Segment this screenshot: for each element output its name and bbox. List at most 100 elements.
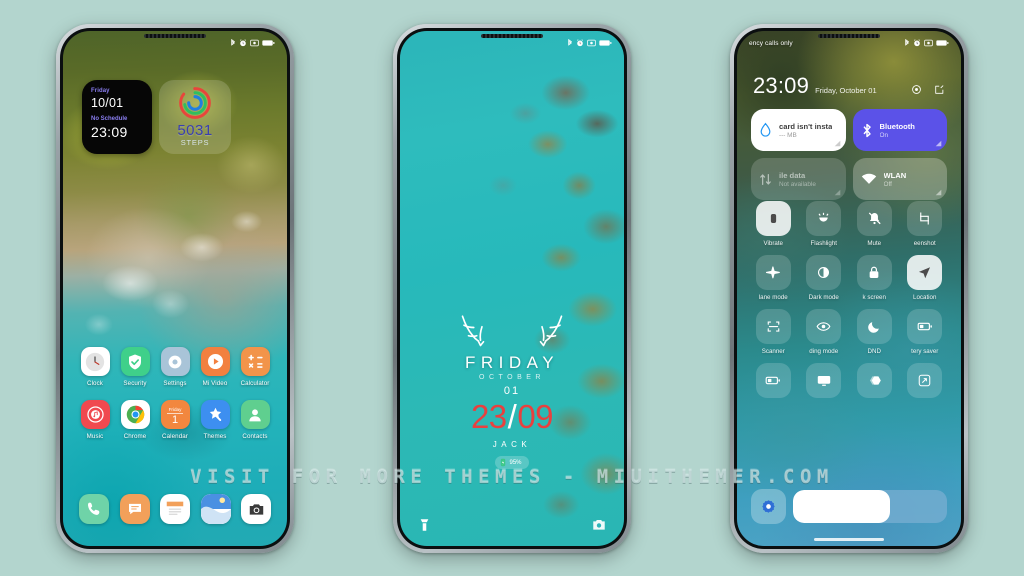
toggle-power[interactable] — [751, 363, 796, 402]
bluetooth-icon — [862, 123, 871, 137]
clock-widget-schedule: No Schedule — [91, 116, 128, 122]
app-contacts[interactable]: Contacts — [235, 400, 275, 440]
toggle-cast[interactable] — [802, 363, 847, 402]
tile-sim-card[interactable]: card isn't insta --- MB — [751, 109, 846, 151]
screenshot-icon — [587, 39, 596, 47]
app-clock[interactable]: Clock — [75, 347, 115, 387]
camera-icon[interactable] — [592, 518, 606, 531]
app-calendar[interactable]: Friday 1 Calendar — [155, 400, 195, 440]
status-bar-icons — [567, 39, 612, 47]
screenshot-icon — [924, 39, 933, 47]
app-chrome[interactable]: Chrome — [115, 400, 155, 440]
toggle-scanner[interactable]: Scanner — [751, 309, 796, 355]
edit-icon[interactable] — [934, 84, 945, 95]
tile-mobile-data[interactable]: ile data Not available — [751, 158, 846, 200]
expand-corner-icon[interactable] — [834, 140, 841, 147]
app-security[interactable]: Security — [115, 347, 155, 387]
toggle-label: Vibrate — [763, 240, 784, 247]
tile-wlan[interactable]: WLAN Off — [852, 158, 947, 200]
expand-corner-icon[interactable] — [935, 140, 942, 147]
cast-icon — [806, 363, 842, 398]
expand-icon — [907, 363, 943, 398]
settings-icon — [160, 347, 190, 376]
toggle-vibrate[interactable]: Vibrate — [751, 201, 796, 247]
earpiece-speaker — [481, 34, 543, 38]
tile-title: Bluetooth — [879, 121, 915, 131]
screenshot-icon — [907, 201, 943, 236]
clock-icon — [80, 347, 110, 376]
toggle-label: Dark mode — [808, 294, 839, 301]
steps-count: 5031 — [177, 122, 213, 139]
app-label: Clock — [87, 380, 103, 387]
lockscreen-owner-name: JACK — [492, 440, 532, 449]
lockscreen-shortcuts — [400, 518, 624, 532]
app-music[interactable]: Music — [75, 400, 115, 440]
lockscreen-clock-block: FRIDAY OCTOBER 01 23 / 09 JACK 95% — [400, 313, 624, 469]
lockscreen-weekday: FRIDAY — [464, 353, 560, 372]
location-icon — [907, 255, 943, 290]
steps-widget[interactable]: 5031 STEPS — [159, 80, 231, 154]
earpiece-speaker — [818, 34, 880, 38]
expand-corner-icon[interactable] — [935, 189, 942, 196]
toggle-label: ding mode — [809, 348, 839, 355]
toggle-label: Flashlight — [810, 240, 837, 247]
toggle-dnd[interactable]: DND — [852, 309, 897, 355]
toggle-dark-mode[interactable]: Dark mode — [802, 255, 847, 301]
toggle-battery-saver[interactable]: tery saver — [903, 309, 948, 355]
app-themes[interactable]: Themes — [195, 400, 235, 440]
control-center-bottom-bar — [751, 489, 947, 524]
toggle-label: eenshot — [913, 240, 936, 247]
toggle-location[interactable]: Location — [903, 255, 948, 301]
message-icon[interactable] — [119, 494, 150, 524]
screenshot-stage: Friday 10/01 No Schedule 23:09 5031 STEP… — [0, 0, 1024, 576]
app-calculator[interactable]: Calculator — [235, 347, 275, 387]
shield-icon — [120, 347, 150, 376]
app-label: Security — [123, 380, 147, 387]
home-screen[interactable]: Friday 10/01 No Schedule 23:09 5031 STEP… — [63, 31, 287, 546]
calendar-icon: Friday 1 — [160, 400, 190, 429]
phone-icon[interactable] — [79, 494, 109, 524]
power-icon — [755, 363, 791, 398]
phone-device-controlcenter: ency calls only 23:09 Friday, October 01 — [730, 24, 968, 553]
toggle-reading-mode[interactable]: ding mode — [802, 309, 847, 355]
app-label: Chrome — [123, 433, 147, 440]
toggle-sync[interactable] — [852, 363, 897, 402]
toggle-lock-screen[interactable]: k screen — [852, 255, 897, 301]
app-settings[interactable]: Settings — [155, 347, 195, 387]
notes-icon[interactable] — [160, 494, 190, 524]
settings-gear-button[interactable] — [751, 489, 786, 524]
lockscreen-time-hours: 23 — [470, 398, 507, 435]
toggle-label: tery saver — [911, 348, 939, 355]
toggle-screenshot[interactable]: eenshot — [903, 201, 948, 247]
vibrate-icon — [755, 201, 791, 236]
lock-screen[interactable]: FRIDAY OCTOBER 01 23 / 09 JACK 95% — [400, 31, 624, 546]
lockscreen-day-number: 01 — [503, 385, 521, 397]
status-bar-icons — [904, 39, 949, 47]
home-indicator[interactable] — [814, 538, 884, 541]
app-mi-video[interactable]: Mi Video — [195, 347, 235, 387]
earpiece-speaker — [144, 34, 206, 38]
calendar-day: 1 — [171, 413, 179, 426]
control-center-screen[interactable]: ency calls only 23:09 Friday, October 01 — [737, 31, 961, 546]
phone-bezel: ency calls only 23:09 Friday, October 01 — [734, 28, 964, 549]
clock-widget[interactable]: Friday 10/01 No Schedule 23:09 — [82, 80, 152, 154]
scanner-icon — [755, 309, 791, 344]
toggle-flashlight[interactable]: Flashlight — [802, 201, 847, 247]
clock-widget-weekday: Friday — [91, 88, 110, 94]
bluetooth-icon — [905, 39, 909, 46]
app-label: Music — [86, 433, 104, 440]
gallery-icon[interactable] — [200, 494, 231, 524]
tile-bluetooth[interactable]: Bluetooth On — [852, 109, 947, 151]
lockscreen-time-separator: / — [507, 398, 517, 435]
play-icon — [200, 347, 230, 376]
toggle-airplane-mode[interactable]: lane mode — [751, 255, 796, 301]
toggle-expand[interactable] — [903, 363, 948, 402]
flashlight-icon[interactable] — [418, 518, 431, 532]
settings-gear-icon[interactable] — [911, 84, 922, 95]
brightness-slider[interactable] — [793, 490, 947, 523]
toggle-mute[interactable]: Mute — [852, 201, 897, 247]
toggle-label: lane mode — [758, 294, 788, 301]
camera-icon[interactable] — [241, 494, 271, 524]
tile-title: ile data — [779, 170, 806, 180]
expand-corner-icon[interactable] — [834, 189, 841, 196]
